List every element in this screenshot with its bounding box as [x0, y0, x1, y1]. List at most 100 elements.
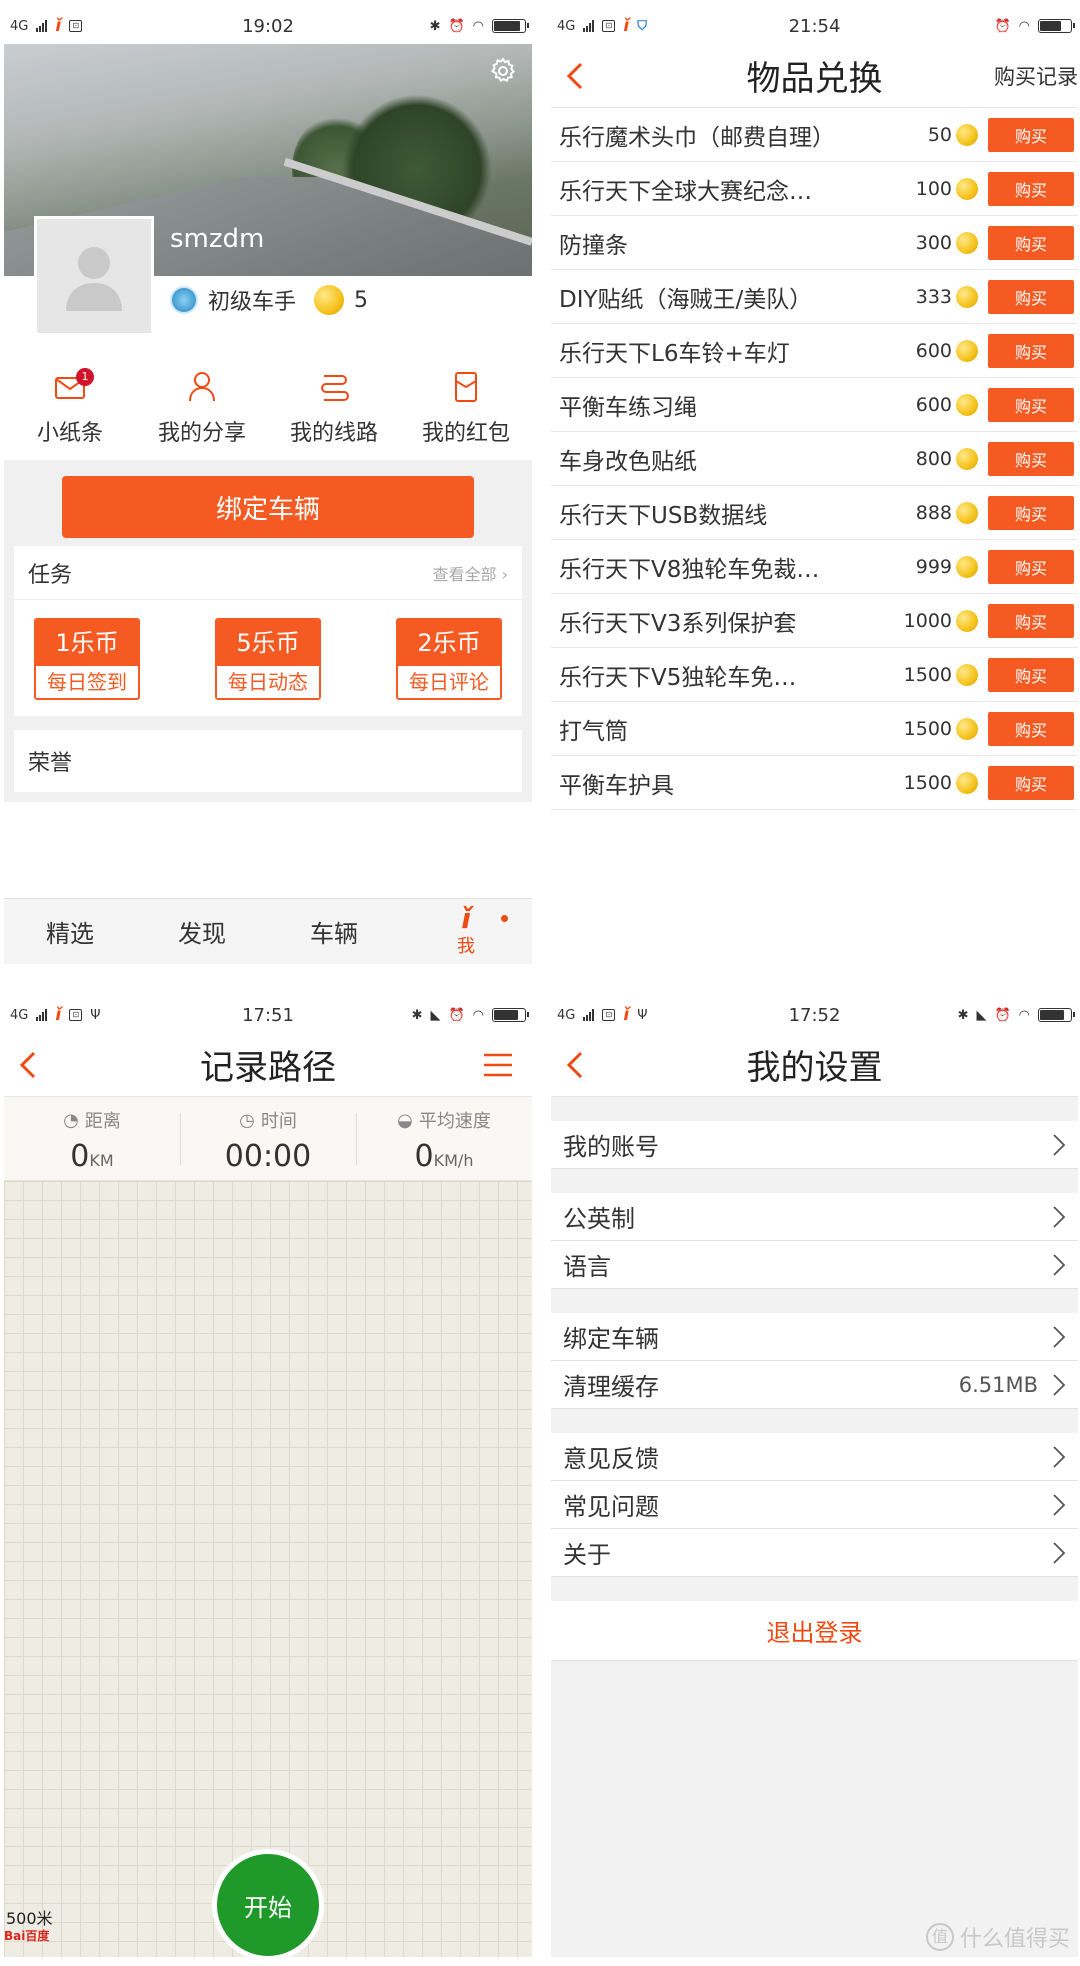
back-arrow-icon[interactable] [561, 1047, 591, 1083]
back-arrow-icon[interactable] [14, 1047, 44, 1083]
nav-bar: 记录路径 [4, 1033, 532, 1097]
level-row: 初级车手 5 [170, 284, 368, 316]
usb-icon: Ψ [637, 1007, 648, 1023]
goods-row[interactable]: 乐行天下USB数据线 888 购买 [551, 486, 1078, 540]
settings-row[interactable]: 清理缓存 6.51MB [551, 1361, 1078, 1409]
group-gap [551, 1409, 1078, 1433]
settings-row[interactable]: 关于 [551, 1529, 1078, 1577]
quick-my-shares[interactable]: 我的分享 [136, 354, 268, 460]
buy-button[interactable]: 购买 [988, 279, 1074, 314]
buy-button[interactable]: 购买 [988, 711, 1074, 746]
goods-row[interactable]: 乐行魔术头巾（邮费自理） 50 购买 [551, 108, 1078, 162]
goods-row[interactable]: 打气筒 1500 购买 [551, 702, 1078, 756]
view-all-link[interactable]: 查看全部 › [433, 561, 509, 585]
goods-row[interactable]: 平衡车练习绳 600 购买 [551, 378, 1078, 432]
battery-icon [492, 1008, 529, 1022]
buy-button[interactable]: 购买 [988, 603, 1074, 638]
task-post[interactable]: 5乐币 每日动态 [215, 618, 321, 700]
purchase-history-link[interactable]: 购买记录 [994, 61, 1078, 91]
tab-discover[interactable]: 发现 [136, 899, 268, 964]
buy-button[interactable]: 购买 [988, 495, 1074, 530]
bind-vehicle-button[interactable]: 绑定车辆 [62, 476, 474, 538]
buy-button[interactable]: 购买 [988, 225, 1074, 260]
quick-actions: 1 小纸条 我的分享 我的线路 我的红包 [4, 354, 532, 460]
settings-row[interactable]: 意见反馈 [551, 1433, 1078, 1481]
tab-featured[interactable]: 精选 [4, 899, 136, 964]
goods-row[interactable]: 乐行天下V5独轮车免… 1500 购买 [551, 648, 1078, 702]
chevron-right-icon [1053, 1493, 1066, 1516]
settings-label: 清理缓存 [563, 1373, 659, 1401]
buy-button[interactable]: 购买 [988, 657, 1074, 692]
goods-name: 乐行天下L6车铃+车灯 [559, 340, 790, 367]
task-name: 每日签到 [36, 666, 138, 698]
settings-row[interactable]: 绑定车辆 [551, 1313, 1078, 1361]
task-checkin[interactable]: 1乐币 每日签到 [34, 618, 140, 700]
start-button[interactable]: 开始 [212, 1849, 324, 1957]
goods-row[interactable]: 乐行天下V3系列保护套 1000 购买 [551, 594, 1078, 648]
tab-me[interactable]: ǐ 我 [400, 899, 532, 964]
nav-bar: 我的设置 [551, 1033, 1078, 1097]
quick-my-routes[interactable]: 我的线路 [268, 354, 400, 460]
settings-label: 关于 [563, 1541, 611, 1569]
screenshot-icon: ⊡ [602, 20, 616, 32]
back-arrow-icon[interactable] [561, 58, 591, 94]
goods-row[interactable]: DIY贴纸（海贼王/美队） 333 购买 [551, 270, 1078, 324]
buy-button[interactable]: 购买 [988, 117, 1074, 152]
coin-icon [956, 339, 978, 362]
chevron-right-icon [1053, 1373, 1066, 1396]
buy-button[interactable]: 购买 [988, 549, 1074, 584]
buy-button[interactable]: 购买 [988, 171, 1074, 206]
buy-button[interactable]: 购买 [988, 333, 1074, 368]
settings-list: 我的账号公英制语言绑定车辆 清理缓存 6.51MB 意见反馈 常见问题关于退出登录 [551, 1097, 1078, 1957]
honor-section[interactable]: 荣誉 [14, 730, 522, 792]
settings-label: 语言 [563, 1253, 611, 1281]
chevron-right-icon [1053, 1253, 1066, 1276]
buy-button[interactable]: 购买 [988, 765, 1074, 800]
signal-icon [36, 1009, 48, 1021]
tab-vehicle[interactable]: 车辆 [268, 899, 400, 964]
quick-my-redpacket[interactable]: 我的红包 [400, 354, 532, 460]
group-gap [551, 1577, 1078, 1601]
goods-name: 乐行天下USB数据线 [559, 502, 768, 529]
coin-count: 5 [354, 287, 369, 313]
goods-row[interactable]: 平衡车护具 1500 购买 [551, 756, 1078, 810]
network-label: 4G [10, 18, 29, 34]
buy-button[interactable]: 购买 [988, 441, 1074, 476]
goods-name: 车身改色贴纸 [559, 448, 697, 475]
quick-label: 我的线路 [289, 421, 378, 446]
network-label: 4G [557, 1007, 576, 1023]
wifi-icon: ◠ [1018, 18, 1030, 34]
avatar[interactable] [34, 216, 154, 336]
goods-name: 乐行天下V8独轮车免裁… [559, 556, 820, 583]
person-icon [189, 372, 215, 402]
bottom-tab-bar: 精选 发现 车辆 ǐ 我 [4, 898, 532, 964]
group-gap [551, 1169, 1078, 1193]
buy-button[interactable]: 购买 [988, 387, 1074, 422]
goods-price: 100 [915, 177, 952, 200]
map-view[interactable] [4, 1181, 532, 1957]
settings-gear-icon[interactable] [488, 56, 518, 86]
goods-row[interactable]: 乐行天下全球大赛纪念… 100 购买 [551, 162, 1078, 216]
coin-icon [956, 285, 978, 308]
goods-row[interactable]: 防撞条 300 购买 [551, 216, 1078, 270]
goods-price: 50 [927, 123, 952, 146]
level-label: 初级车手 [208, 290, 297, 315]
usb-icon: Ψ [90, 1007, 101, 1023]
map-scale: 500米 [6, 1909, 53, 1928]
menu-icon[interactable] [482, 1051, 514, 1079]
goods-row[interactable]: 乐行天下L6车铃+车灯 600 购买 [551, 324, 1078, 378]
goods-name: 平衡车护具 [559, 772, 674, 799]
goods-row[interactable]: 车身改色贴纸 800 购买 [551, 432, 1078, 486]
settings-row[interactable]: 语言 [551, 1241, 1078, 1289]
goods-row[interactable]: 乐行天下V8独轮车免裁… 999 购买 [551, 540, 1078, 594]
settings-row[interactable]: 公英制 [551, 1193, 1078, 1241]
distance-value: 0 [70, 1139, 90, 1174]
coin-icon [314, 285, 345, 315]
settings-row[interactable]: 常见问题 [551, 1481, 1078, 1529]
quick-notes[interactable]: 1 小纸条 [4, 354, 136, 460]
task-comment[interactable]: 2乐币 每日评论 [396, 618, 502, 700]
logout-button[interactable]: 退出登录 [551, 1601, 1078, 1661]
red-packet-icon [455, 372, 477, 402]
signal-icon [36, 20, 48, 32]
settings-row[interactable]: 我的账号 [551, 1121, 1078, 1169]
